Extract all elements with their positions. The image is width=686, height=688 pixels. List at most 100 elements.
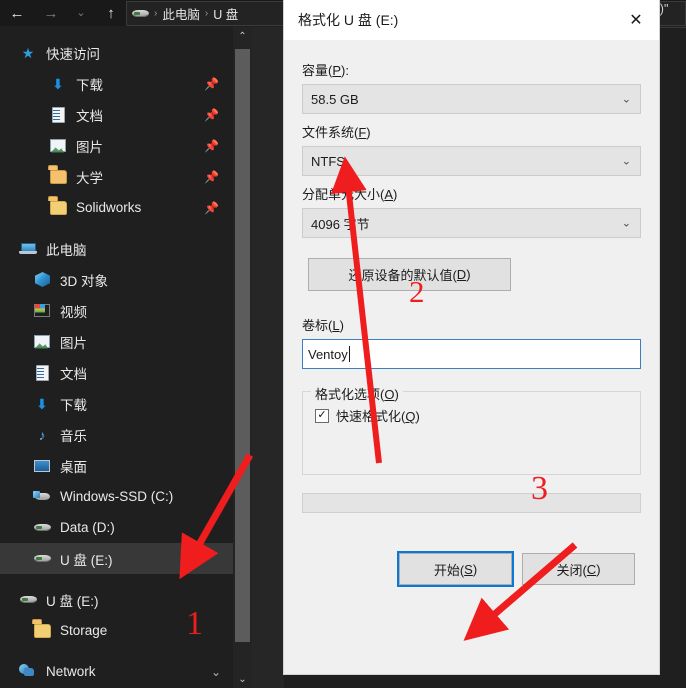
close-accesskey: C (586, 561, 597, 577)
sidebar-item-label: 下载 (60, 397, 87, 413)
volume-label-post: ) (339, 318, 344, 333)
format-dialog: 格式化 U 盘 (E:) ✕ 容量(P): 58.5 GB ⌄ 文件系统(F) … (284, 0, 659, 674)
dialog-title-bar: 格式化 U 盘 (E:) ✕ (284, 0, 659, 40)
start-label-pre: 开始( (433, 562, 465, 578)
document-icon (48, 106, 68, 124)
scrollbar-thumb[interactable] (235, 49, 250, 642)
allocation-label-post: ) (393, 187, 398, 202)
capacity-label: 容量(P): (302, 60, 641, 79)
pin-icon: 📌 (204, 200, 219, 215)
sidebar-item-solidworks[interactable]: Solidworks 📌 (0, 192, 233, 223)
quick-format-label-post: ) (415, 409, 420, 424)
chevron-down-icon[interactable]: ⌄ (622, 93, 631, 106)
drive-icon (132, 7, 149, 20)
sidebar-item-downloads[interactable]: ⬇ 下载 (0, 388, 233, 419)
sidebar-item-label: 3D 对象 (60, 273, 109, 289)
capacity-value: 58.5 GB (311, 91, 359, 107)
format-options-accesskey: O (384, 387, 395, 402)
sidebar-group-quick-access[interactable]: ★ 快速访问 (0, 37, 233, 68)
allocation-label: 分配单元大小(A) (302, 184, 641, 203)
pin-icon: 📌 (204, 76, 219, 91)
sidebar-item-documents[interactable]: 文档 (0, 357, 233, 388)
star-icon: ★ (21, 44, 35, 61)
screen: ← → ⌄ ↑ › 此电脑 › U 盘 E:)" ★ 快速访问 ⬇ 下载 (0, 0, 686, 688)
chevron-down-icon[interactable]: ⌄ (211, 665, 221, 679)
close-button[interactable]: 关闭(C) (522, 553, 635, 585)
sidebar-item-windows-ssd-c[interactable]: Windows-SSD (C:) (0, 481, 233, 512)
start-button[interactable]: 开始(S) (397, 551, 514, 587)
navigation-pane: ★ 快速访问 ⬇ 下载 📌 文档 📌 图片 📌 大学 📌 Solidworks … (0, 27, 233, 688)
sidebar-group-this-pc[interactable]: 此电脑 (0, 233, 233, 264)
allocation-combo[interactable]: 4096 字节 ⌄ (302, 208, 641, 238)
format-options-group: 格式化选项(O) ✓ 快速格式化(Q) (302, 384, 641, 475)
breadcrumb-item-u-disk[interactable]: U 盘 (213, 4, 238, 23)
this-pc-icon (18, 240, 38, 258)
forward-icon[interactable]: → (34, 0, 68, 26)
quick-format-checkbox[interactable]: ✓ (315, 408, 329, 423)
format-options-title-pre: 格式化选项( (315, 387, 385, 402)
check-icon: ✓ (317, 409, 327, 421)
sidebar-item-videos[interactable]: 视频 (0, 295, 233, 326)
sidebar-item-music[interactable]: ♪ 音乐 (0, 419, 233, 450)
sidebar-item-data-d[interactable]: Data (D:) (0, 512, 233, 543)
pin-icon: 📌 (204, 169, 219, 184)
chevron-down-icon[interactable]: ⌄ (68, 0, 94, 26)
restore-defaults-label-post: ) (466, 267, 471, 282)
chevron-down-icon[interactable]: ⌄ (622, 155, 631, 168)
filesystem-value: NTFS (311, 153, 345, 169)
annotation-number-2: 2 (409, 274, 425, 309)
annotation-number-3: 3 (531, 470, 548, 507)
start-label-post: ) (472, 561, 478, 577)
sidebar-item-label: Solidworks (76, 200, 142, 215)
sidebar-item-downloads[interactable]: ⬇ 下载 📌 (0, 68, 233, 99)
vertical-scrollbar[interactable]: ⌃ ⌄ (233, 27, 252, 688)
sidebar-item-pictures[interactable]: 图片 (0, 326, 233, 357)
breadcrumb-separator: › (154, 8, 158, 19)
picture-icon (32, 333, 52, 351)
up-icon[interactable]: ↑ (94, 0, 128, 26)
sidebar-item-3d-objects[interactable]: 3D 对象 (0, 264, 233, 295)
breadcrumb-item-this-pc[interactable]: 此电脑 (162, 4, 200, 23)
close-label-post: ) (596, 561, 601, 577)
filesystem-label-pre: 文件系统( (302, 125, 359, 140)
network-icon (18, 663, 38, 681)
volume-label-label: 卷标(L) (302, 315, 641, 334)
scroll-up-icon[interactable]: ⌃ (233, 27, 252, 45)
chevron-down-icon[interactable]: ⌄ (622, 217, 631, 230)
start-accesskey: S (464, 561, 473, 577)
quick-format-label: 快速格式化(Q) (336, 406, 420, 425)
folder-icon (32, 622, 52, 640)
capacity-combo[interactable]: 58.5 GB ⌄ (302, 84, 641, 114)
sidebar-group-label: Network (46, 664, 96, 679)
content-pane (252, 27, 284, 688)
drive-icon (32, 519, 52, 537)
filesystem-combo[interactable]: NTFS ⌄ (302, 146, 641, 176)
progress-bar (302, 493, 641, 513)
sidebar-group-network[interactable]: Network ⌄ (0, 656, 233, 687)
quick-format-row[interactable]: ✓ 快速格式化(Q) (315, 406, 628, 425)
sidebar-item-documents[interactable]: 文档 📌 (0, 99, 233, 130)
folder-icon (48, 199, 68, 217)
close-icon[interactable]: ✕ (613, 0, 659, 40)
scroll-down-icon[interactable]: ⌄ (233, 670, 252, 688)
capacity-label-post: ): (341, 63, 349, 78)
sidebar-item-desktop[interactable]: 桌面 (0, 450, 233, 481)
3d-objects-icon (32, 271, 52, 289)
sidebar-item-pictures[interactable]: 图片 📌 (0, 130, 233, 161)
sidebar-item-university[interactable]: 大学 📌 (0, 161, 233, 192)
sidebar-item-label: 大学 (76, 170, 103, 186)
volume-label-pre: 卷标( (302, 318, 333, 333)
text-caret (348, 346, 350, 362)
sidebar-item-label: 下载 (76, 77, 103, 93)
restore-defaults-label-pre: 还原设备的默认值( (348, 268, 457, 283)
drive-icon (32, 550, 52, 568)
sidebar-item-label: 桌面 (60, 459, 87, 475)
pin-icon: 📌 (204, 138, 219, 153)
allocation-value: 4096 字节 (311, 216, 370, 232)
volume-label-input[interactable]: Ventoy (302, 339, 641, 369)
sidebar-item-u-disk-e[interactable]: U 盘 (E:) (0, 543, 233, 574)
sidebar-item-label: 文档 (76, 108, 103, 124)
sidebar-item-label: Windows-SSD (C:) (60, 489, 174, 504)
allocation-label-pre: 分配单元大小( (302, 187, 385, 202)
back-icon[interactable]: ← (0, 0, 34, 26)
